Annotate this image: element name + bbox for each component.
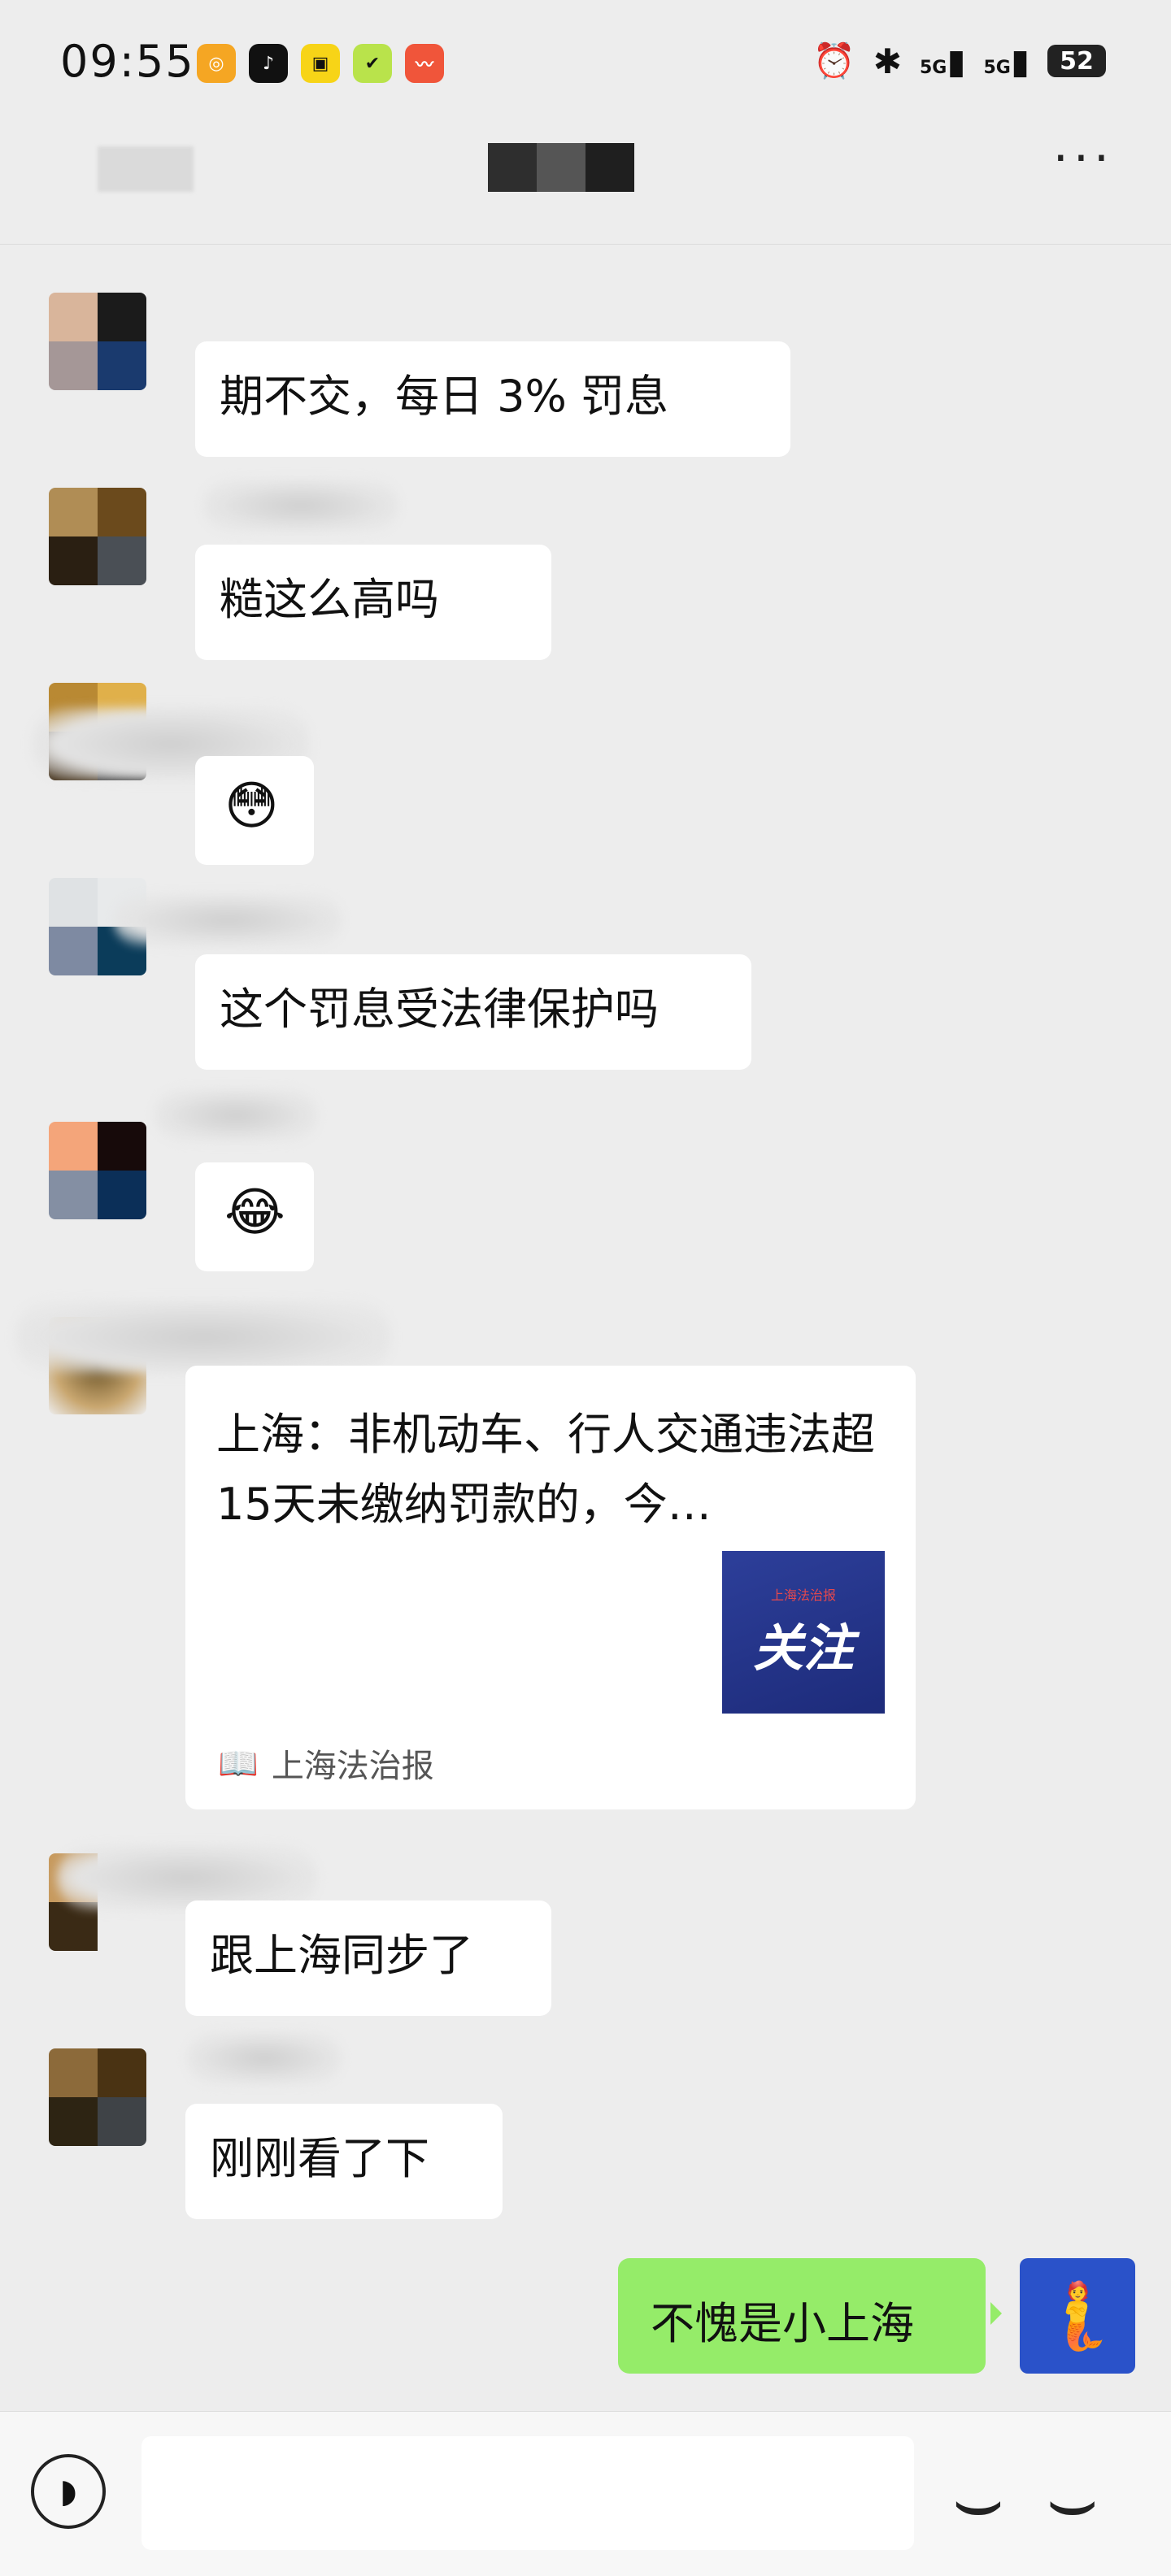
sender-name-blurred bbox=[16, 1301, 390, 1374]
self-avatar[interactable]: 🧜 bbox=[1020, 2258, 1135, 2374]
sender-name-blurred bbox=[203, 480, 398, 532]
notification-icons: ◎ ♪ ▣ ✔ 〰 bbox=[197, 44, 444, 83]
message-input[interactable] bbox=[141, 2436, 914, 2550]
status-bar: 09:55 ◎ ♪ ▣ ✔ 〰 ⏰ ✱ 5G▮ 5G▮ 52 bbox=[0, 0, 1171, 122]
emoji-and-plus-icons[interactable]: ⌣⌣ bbox=[951, 2452, 1140, 2548]
message-bubble[interactable]: 跟上海同步了 bbox=[185, 1901, 551, 2016]
chat-title-blurred bbox=[488, 143, 634, 192]
signal-icon-2: 5G▮ bbox=[983, 41, 1030, 81]
chat-header: ··· bbox=[0, 122, 1171, 245]
book-icon: 📖 bbox=[218, 1744, 259, 1783]
article-thumbnail: 上海法治报 关注 bbox=[722, 1551, 885, 1714]
alarm-icon: ⏰ bbox=[812, 41, 855, 80]
app-red-icon: 〰 bbox=[405, 44, 444, 83]
battery-icon: 52 bbox=[1047, 45, 1106, 77]
message-bubble[interactable]: 糙这么高吗 bbox=[195, 545, 551, 660]
avatar[interactable] bbox=[49, 2048, 146, 2146]
message-bubble[interactable]: 期不交，每日 3% 罚息 bbox=[195, 341, 790, 457]
more-icon[interactable]: ··· bbox=[1053, 130, 1114, 187]
app-orange-icon: ◎ bbox=[197, 44, 236, 83]
app-green-icon: ✔ bbox=[353, 44, 392, 83]
bluetooth-icon: ✱ bbox=[873, 41, 902, 81]
sender-name-blurred bbox=[155, 1089, 317, 1141]
article-source: 📖 上海法治报 bbox=[218, 1740, 434, 1787]
avatar[interactable] bbox=[49, 1122, 146, 1219]
sender-name-blurred bbox=[114, 894, 342, 946]
emoji-message-bubble[interactable]: 😂 bbox=[195, 1162, 314, 1271]
source-label: 上海法治报 bbox=[271, 1748, 434, 1785]
tiktok-icon: ♪ bbox=[249, 44, 288, 83]
avatar[interactable] bbox=[49, 488, 146, 585]
system-icons: ⏰ ✱ 5G▮ 5G▮ 52 bbox=[812, 41, 1106, 81]
status-time: 09:55 bbox=[60, 36, 195, 87]
self-message-bubble[interactable]: 不愧是小上海 bbox=[618, 2258, 1002, 2374]
message-bubble[interactable]: 这个罚息受法律保护吗 bbox=[195, 954, 751, 1070]
emoji-message-bubble[interactable]: 😳 bbox=[195, 756, 314, 865]
sender-name-blurred bbox=[187, 2032, 342, 2084]
input-bar: ◗ ⌣⌣ bbox=[0, 2411, 1171, 2576]
article-card[interactable]: 上海：非机动车、行人交通违法超15天未缴纳罚款的，今… 上海法治报 关注 📖 上… bbox=[185, 1366, 916, 1809]
app-yellow-icon: ▣ bbox=[301, 44, 340, 83]
signal-icon: 5G▮ bbox=[920, 41, 966, 81]
voice-input-icon[interactable]: ◗ bbox=[31, 2454, 106, 2529]
back-area-blurred[interactable] bbox=[98, 146, 194, 192]
message-bubble[interactable]: 刚刚看了下 bbox=[185, 2104, 503, 2219]
avatar[interactable] bbox=[49, 293, 146, 390]
article-title: 上海：非机动车、行人交通违法超15天未缴纳罚款的，今… bbox=[216, 1409, 875, 1530]
